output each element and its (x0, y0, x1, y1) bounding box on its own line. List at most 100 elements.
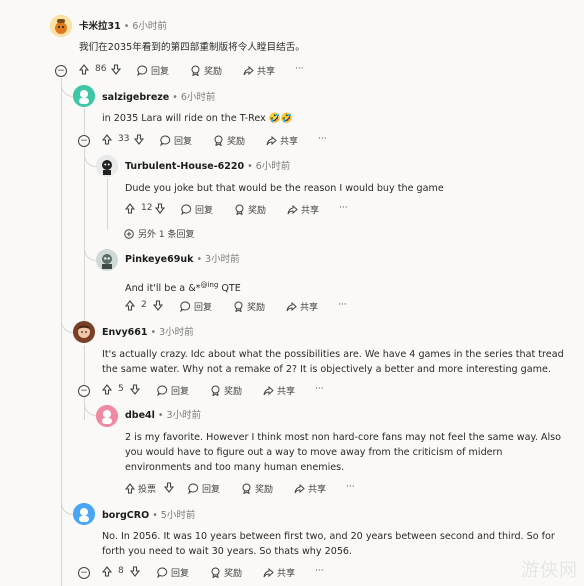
comment-icon (157, 385, 168, 396)
comment-header: dbe4l • 3小时前 (125, 410, 202, 421)
downvote-button[interactable] (111, 64, 121, 75)
share-button[interactable]: 共享 (263, 384, 295, 397)
arrow-up-icon (125, 203, 135, 214)
more-options-button[interactable]: ··· (318, 134, 327, 144)
upvote-button[interactable] (125, 203, 135, 214)
avatar[interactable] (73, 85, 95, 107)
share-icon (294, 483, 305, 494)
username[interactable]: dbe4l (125, 410, 155, 421)
more-replies-button[interactable]: 另外 1 条回复 (124, 227, 194, 240)
arrow-up-icon (102, 134, 112, 145)
arrow-down-icon (130, 566, 140, 577)
timestamp[interactable]: 6小时前 (256, 161, 291, 172)
reply-button[interactable]: 回复 (181, 203, 213, 216)
arrow-down-icon (153, 300, 163, 311)
upvote-button[interactable]: 投票 (125, 482, 156, 495)
share-button[interactable]: 共享 (287, 203, 319, 216)
share-button[interactable]: 共享 (266, 134, 298, 147)
reply-button[interactable]: 回复 (157, 384, 189, 397)
comment-actions: 86 回复 奖励 共享 ··· (79, 64, 379, 80)
avatar[interactable] (96, 249, 118, 271)
collapse-button[interactable]: − (55, 65, 67, 77)
reply-button[interactable]: 回复 (180, 300, 212, 313)
award-button[interactable]: 奖励 (241, 482, 273, 495)
award-button[interactable]: 奖励 (233, 300, 265, 313)
downvote-button[interactable] (164, 482, 174, 493)
share-icon (266, 135, 277, 146)
comment-header: borgCRO • 5小时前 (102, 510, 196, 521)
reply-button[interactable]: 回复 (188, 482, 220, 495)
timestamp[interactable]: 3小时前 (167, 410, 202, 421)
avatar[interactable] (96, 155, 118, 177)
comment-actions: 5 回复 奖励 共享 ··· (102, 384, 402, 400)
username[interactable]: borgCRO (102, 510, 149, 521)
watermark: 游侠网 (521, 560, 578, 581)
arrow-down-icon (155, 203, 165, 214)
upvote-button[interactable] (102, 134, 112, 145)
share-button[interactable]: 共享 (294, 482, 326, 495)
vote-count: 8 (118, 566, 124, 576)
timestamp[interactable]: 5小时前 (161, 510, 196, 521)
more-options-button[interactable]: ··· (346, 482, 355, 492)
award-button[interactable]: 奖励 (190, 64, 222, 77)
downvote-button[interactable] (153, 300, 163, 311)
upvote-button[interactable] (102, 566, 112, 577)
more-options-button[interactable]: ··· (338, 300, 347, 310)
share-icon (263, 567, 274, 578)
downvote-button[interactable] (130, 566, 140, 577)
award-button[interactable]: 奖励 (210, 566, 242, 579)
upvote-button[interactable] (102, 384, 112, 395)
comment-icon (181, 204, 192, 215)
downvote-button[interactable] (155, 203, 165, 214)
comment-header: salzigebreze • 6小时前 (102, 92, 216, 103)
arrow-down-icon (111, 64, 121, 75)
downvote-button[interactable] (134, 134, 144, 145)
avatar[interactable] (50, 15, 72, 37)
username[interactable]: salzigebreze (102, 92, 169, 103)
collapse-button[interactable]: − (78, 567, 90, 579)
plus-circle-icon (124, 228, 134, 239)
username[interactable]: Pinkeye69uk (125, 254, 193, 265)
collapse-button[interactable]: − (78, 135, 90, 147)
award-icon (235, 204, 244, 215)
username[interactable]: 卡米拉31 (79, 21, 121, 32)
avatar[interactable] (96, 405, 118, 427)
more-options-button[interactable]: ··· (295, 64, 304, 74)
share-icon (243, 65, 254, 76)
upvote-button[interactable] (79, 64, 89, 75)
comment-actions: 12 回复 奖励 共享 ··· (125, 203, 425, 219)
more-options-button[interactable]: ··· (315, 384, 324, 394)
avatar[interactable] (73, 321, 95, 343)
share-icon (287, 204, 298, 215)
upvote-button[interactable] (125, 300, 135, 311)
arrow-down-icon (164, 482, 174, 493)
reply-button[interactable]: 回复 (137, 64, 169, 77)
reply-button[interactable]: 回复 (157, 566, 189, 579)
collapse-button[interactable]: − (78, 385, 90, 397)
award-icon (211, 567, 220, 578)
timestamp[interactable]: 6小时前 (132, 21, 167, 32)
username[interactable]: Envy661 (102, 327, 147, 338)
timestamp[interactable]: 6小时前 (181, 92, 216, 103)
comment-body: No. In 2056. It was 10 years between fir… (102, 531, 555, 557)
award-button[interactable]: 奖励 (210, 384, 242, 397)
downvote-button[interactable] (130, 384, 140, 395)
share-icon (263, 385, 274, 396)
award-icon (242, 483, 251, 494)
share-button[interactable]: 共享 (263, 566, 295, 579)
reply-button[interactable]: 回复 (160, 134, 192, 147)
more-options-button[interactable]: ··· (339, 203, 348, 213)
award-icon (234, 301, 243, 312)
more-options-button[interactable]: ··· (315, 566, 324, 576)
award-button[interactable]: 奖励 (213, 134, 245, 147)
username[interactable]: Turbulent-House-6220 (125, 161, 244, 172)
award-button[interactable]: 奖励 (234, 203, 266, 216)
avatar[interactable] (73, 503, 95, 525)
timestamp[interactable]: 3小时前 (159, 327, 194, 338)
timestamp[interactable]: 3小时前 (205, 254, 240, 265)
award-icon (214, 135, 223, 146)
comment-icon (188, 483, 199, 494)
comment-header: 卡米拉31 • 6小时前 (79, 21, 167, 32)
share-button[interactable]: 共享 (243, 64, 275, 77)
share-button[interactable]: 共享 (286, 300, 318, 313)
